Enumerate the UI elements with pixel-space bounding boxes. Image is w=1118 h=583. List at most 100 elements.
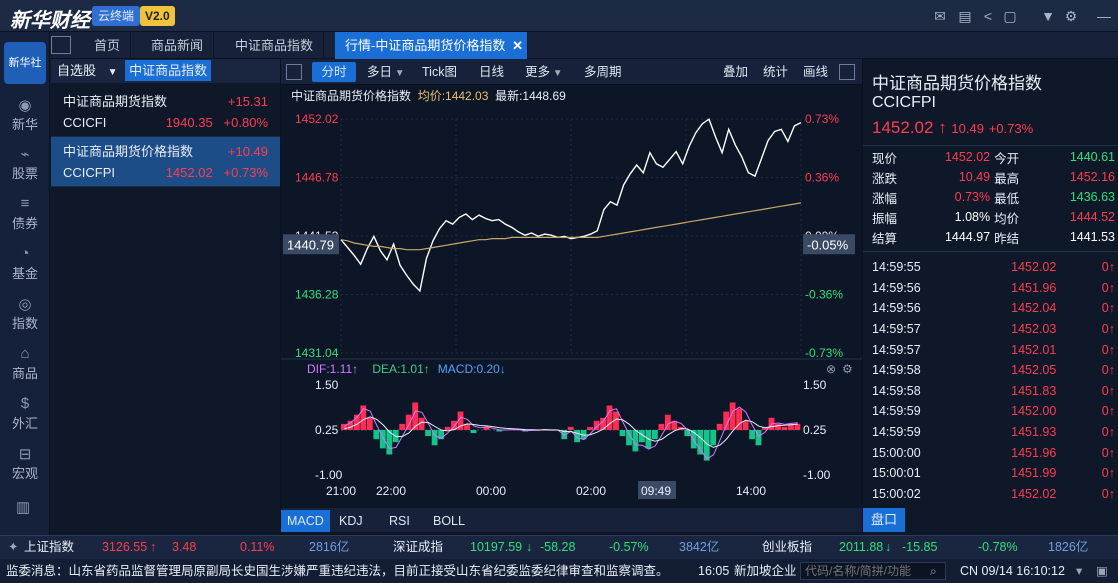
rail-label: 新华 (11, 117, 38, 132)
left-rail: 新华社 ◉ 新华 ⌁ 股票 ≡ 债券 ◔ 基金 ◎ 指数 ⌂ 商品 $ 外汇 ⊟ 宏观 ▥ (0, 32, 50, 535)
market-status-bar: ✦ 上证指数 3126.55 ↑ 3.48 0.11% 2816亿 深证成指 1… (0, 535, 1118, 559)
close-tab-icon[interactable]: ✕ (512, 32, 523, 59)
tab-macd[interactable]: MACD (281, 510, 330, 532)
macd-bar (366, 417, 373, 430)
rail-forex[interactable]: $ 外汇 (0, 395, 50, 432)
x-tick: 22:00 (376, 484, 406, 498)
tab-boll[interactable]: BOLL (427, 510, 471, 532)
macd-bar (716, 423, 723, 430)
tab-csi-commodity-index[interactable]: 中证商品指数 (225, 32, 325, 59)
q-label: 今开 (994, 151, 1020, 166)
tab-quote-active[interactable]: 行情-中证商品期货价格指数 ✕ (335, 32, 528, 59)
gear-icon[interactable]: ⚙ (1062, 7, 1080, 25)
tab-rsi[interactable]: RSI (383, 510, 416, 532)
tab-commodity-news[interactable]: 商品新闻 (141, 32, 215, 59)
chat-icon[interactable]: ▤ (956, 7, 974, 25)
quote-table: 现价 1452.02 今开 1440.61 涨跌 10.49 最高 1452.16 涨幅 0.… (872, 147, 1115, 247)
share-icon[interactable]: < (979, 7, 997, 25)
cloud-badge: 云终端 (92, 6, 141, 26)
more-icon[interactable]: ▥ (16, 498, 30, 516)
btn-daily[interactable]: 日线 (473, 62, 510, 82)
layout-icon[interactable]: ▣ (1096, 559, 1108, 583)
btn-stats[interactable]: 统计 (757, 62, 794, 82)
panel-toggle-icon[interactable] (839, 64, 855, 80)
pin-icon[interactable]: ✦ (8, 536, 18, 559)
dropdown-icon[interactable]: ▾ (1076, 559, 1082, 583)
watchlist-item[interactable]: 中证商品期货指数 +15.31 CCICFI 1940.35 +0.80% (51, 87, 280, 137)
xinhua-logo[interactable]: 新华社 (4, 42, 46, 84)
tick-volume: 0↑ (1101, 466, 1115, 481)
tick-time: 15:00:01 (872, 466, 921, 481)
y-tick-right: -0.36% (805, 288, 843, 302)
btn-tick[interactable]: Tick图 (416, 62, 463, 82)
chart-info-name: 中证商品期货价格指数 (291, 89, 412, 103)
q-value: 1444.97 (944, 230, 991, 244)
q-value: 1441.53 (1069, 230, 1115, 244)
macd-bar (341, 423, 347, 430)
stock-chart-icon: ⌁ (20, 146, 30, 163)
search-icon[interactable]: ⌕ (930, 559, 937, 583)
shirt-icon[interactable]: ▼ (1039, 7, 1057, 25)
btn-draw[interactable]: 画线 (797, 62, 834, 82)
tick-price: 1452.02 (1011, 486, 1057, 501)
chart-info-avg: 均价:1442.03 (417, 89, 489, 103)
rail-fund[interactable]: ◔ 基金 (0, 245, 50, 282)
chart-info-last: 最新:1448.69 (495, 89, 566, 103)
rail-index[interactable]: ◎ 指数 (0, 295, 50, 332)
chart-svg[interactable]: 1452.021446.781441.531436.281431.040.73%… (281, 103, 862, 565)
macd-bar (652, 430, 658, 440)
tick-price: 1452.04 (1011, 301, 1057, 316)
tick-price: 1452.05 (1011, 363, 1057, 378)
news-text[interactable]: 监委消息：山东省药品监督管理局原副局长史国生涉嫌严重违纪违法，目前正接受山东省纪… (6, 559, 691, 583)
tick-time: 14:59:59 (872, 425, 921, 440)
sidebar-toggle-icon[interactable] (286, 64, 302, 80)
quote-change: 10.49 (951, 121, 984, 136)
q-label: 最高 (994, 171, 1020, 186)
sz-index-price: 10197.59 (470, 540, 523, 554)
rail-commodity[interactable]: ⌂ 商品 (0, 345, 50, 382)
btn-multi-period[interactable]: 多周期 (578, 62, 628, 82)
document-icon[interactable]: ▢ (1001, 7, 1019, 25)
mail-icon[interactable]: ✉ (931, 7, 949, 25)
y-tick-left: 1431.04 (295, 346, 339, 360)
tick-volume: 0↑ (1101, 425, 1115, 440)
orderbook-button[interactable]: 盘口 (863, 508, 905, 532)
tick-time: 14:59:59 (872, 404, 921, 419)
sz-index-amt: 3842亿 (679, 540, 720, 554)
btn-overlay[interactable]: 叠加 (717, 62, 754, 82)
macd-bar (658, 423, 665, 430)
btn-multi-day[interactable]: 多日 ▼ (361, 62, 411, 82)
macd-y-tick-left: -1.00 (315, 468, 343, 482)
sz-index-name[interactable]: 深证成指 (393, 536, 443, 559)
rail-label: 商品 (11, 366, 38, 381)
rail-macro[interactable]: ⊟ 宏观 (0, 445, 50, 482)
btn-intraday[interactable]: 分时 (312, 62, 356, 82)
sh-index-name[interactable]: 上证指数 (24, 536, 74, 559)
tick-price: 1452.01 (1011, 342, 1057, 357)
tick-row: 14:59:56 1452.04 0↑ (872, 298, 1115, 319)
rail-bond[interactable]: ≡ 债券 (0, 195, 50, 232)
rail-stock[interactable]: ⌁ 股票 (0, 145, 50, 182)
tick-row: 14:59:59 1452.00 0↑ (872, 401, 1115, 422)
tab-home[interactable]: 首页 (84, 32, 132, 59)
version-badge: V2.0 (140, 6, 175, 26)
watchlist-tab-csi[interactable]: 中证商品指数 (125, 60, 212, 81)
watchlist-item-selected[interactable]: 中证商品期货价格指数 +10.49 CCICFPI 1452.02 +0.73% (51, 137, 280, 187)
btn-more[interactable]: 更多 ▼ (519, 62, 569, 82)
watchlist-tab-favorites[interactable]: 自选股 (51, 63, 96, 78)
clock: CN 09/14 16:10:12 (960, 564, 1065, 578)
cy-index-name[interactable]: 创业板指 (762, 536, 812, 559)
q-label: 涨跌 (872, 171, 898, 186)
tab-kdj[interactable]: KDJ (333, 510, 369, 532)
minimize-icon[interactable]: — (1095, 7, 1113, 25)
panel-toggle-icon[interactable] (51, 36, 71, 54)
rail-xinhua[interactable]: ◉ 新华 (0, 96, 50, 133)
rail-label: 指数 (11, 316, 38, 331)
fund-icon: ◔ (20, 245, 30, 262)
tick-volume: 0↑ (1101, 301, 1115, 316)
tick-row: 14:59:59 1451.93 0↑ (872, 422, 1115, 443)
cy-index-chg: -15.85 (902, 540, 938, 554)
rail-label: 股票 (11, 166, 38, 181)
search-input[interactable] (800, 562, 946, 580)
chevron-down-icon[interactable]: ▼ (108, 67, 118, 78)
